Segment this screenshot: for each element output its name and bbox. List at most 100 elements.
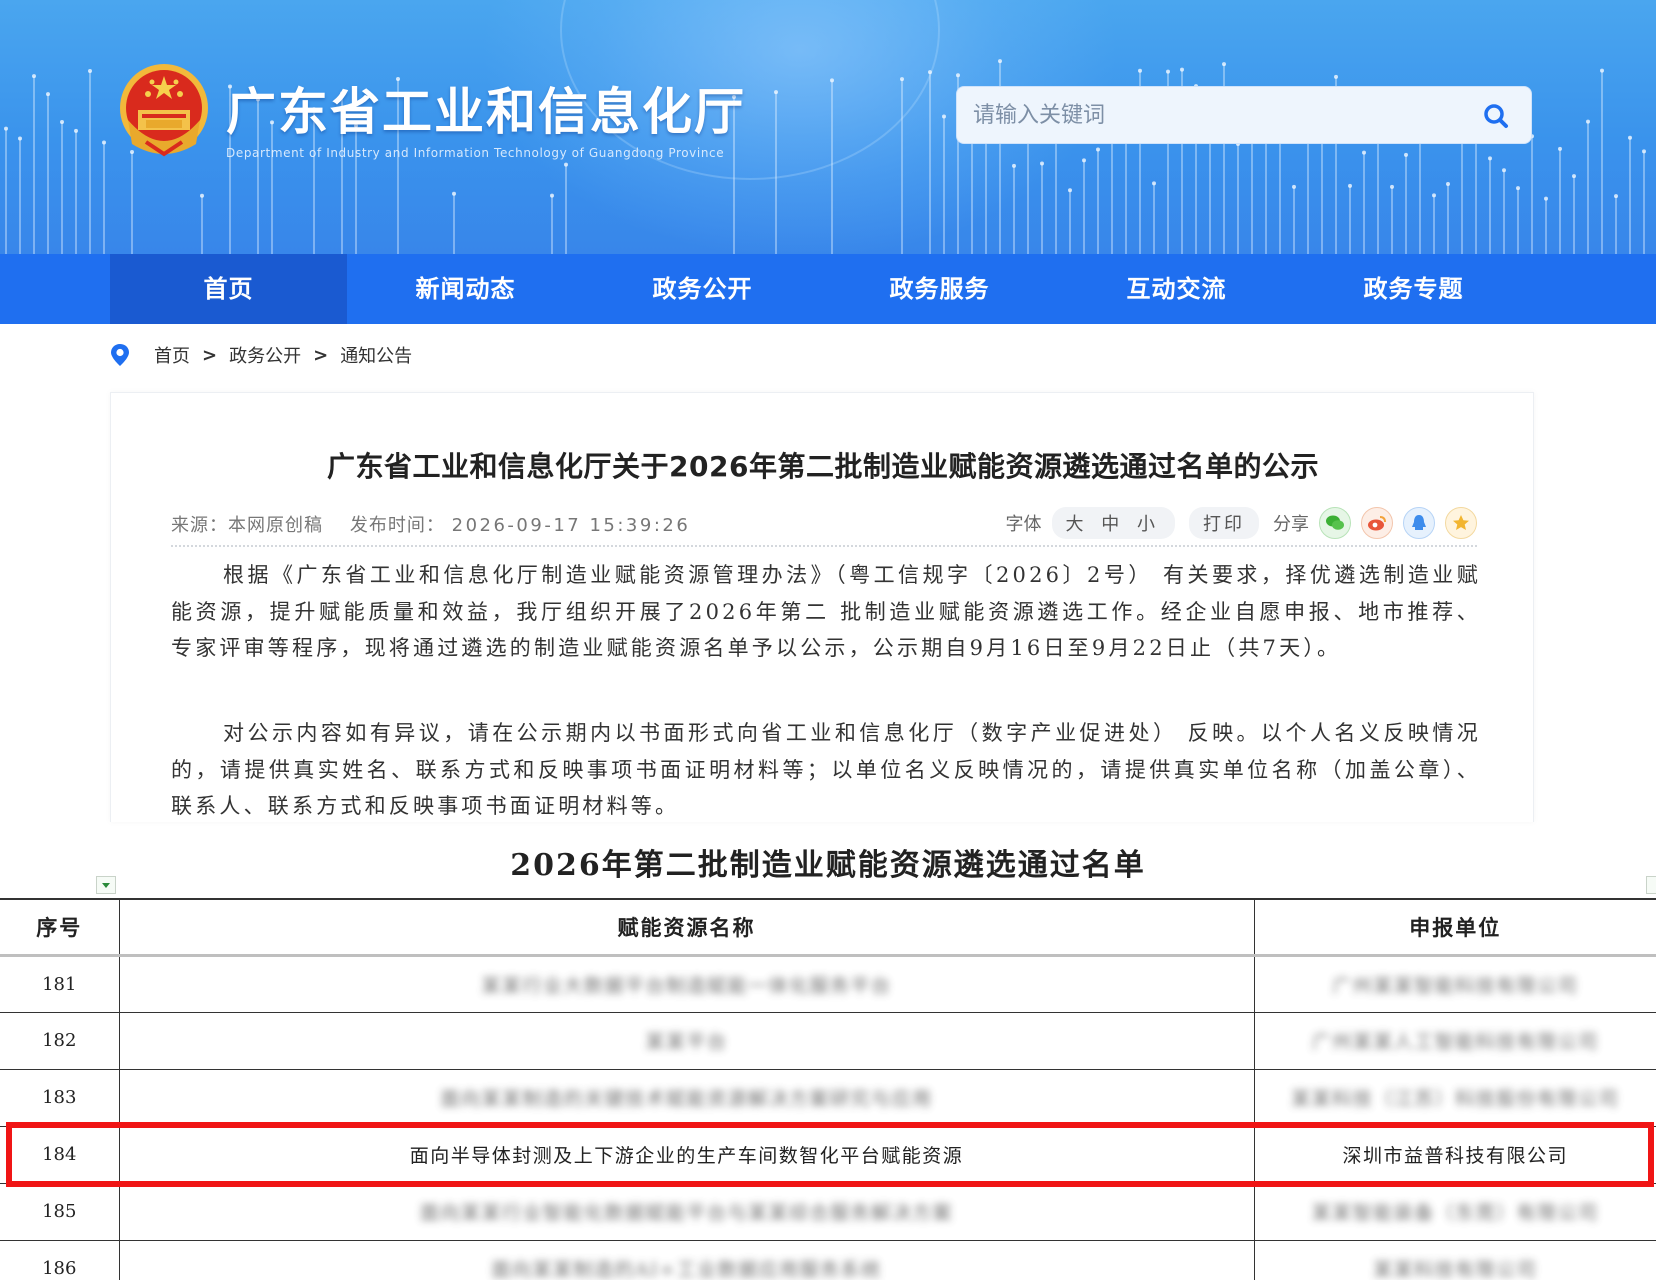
row-number: 186 xyxy=(0,1240,120,1280)
row-resource-name: 面向半导体封测及上下游企业的生产车间数智化平台赋能资源 xyxy=(118,1126,1255,1184)
row-applicant: 广州某某智能科技有限公司 xyxy=(1253,955,1656,1013)
national-emblem-icon xyxy=(120,64,208,157)
article-paragraph: 对公示内容如有异议，请在公示期内以书面形式向省工业和信息化厅（数字产业促进处） … xyxy=(171,721,1481,818)
header-dot xyxy=(1096,147,1100,152)
row-resource-name: 某某平台 xyxy=(118,1012,1255,1070)
row-resource-name: 某某行业大数据平台制造赋能一体化服务平台 xyxy=(118,955,1255,1013)
publish-time: 2026-09-17 15:39:26 xyxy=(451,515,691,536)
header-dot xyxy=(200,193,204,198)
header-dot xyxy=(1558,146,1562,151)
nav-item-topics[interactable]: 政务专题 xyxy=(1295,254,1532,324)
header-dot xyxy=(60,120,64,125)
row-resource-name: 面向某某行业智能化数据赋能平台与某某综合服务解决方案 xyxy=(118,1183,1255,1241)
nav-item-home[interactable]: 首页 xyxy=(110,254,347,324)
row-resource-name: 面向某某制造的关键技术赋能资源解决方案研究与应用 xyxy=(118,1069,1255,1127)
article-card: 广东省工业和信息化厅关于2026年第二批制造业赋能资源遴选通过名单的公示 来源：… xyxy=(110,392,1534,822)
header-dot xyxy=(1600,68,1604,73)
header-dot xyxy=(1488,156,1492,161)
header-dot xyxy=(928,70,932,75)
header-dot xyxy=(18,136,22,141)
site-title[interactable]: 广东省工业和信息化厅 xyxy=(226,72,746,144)
filter-dropdown-icon[interactable] xyxy=(96,876,116,894)
header-dot xyxy=(1180,67,1184,72)
header-dot xyxy=(32,74,36,79)
header-dot xyxy=(564,162,568,167)
row-number: 184 xyxy=(0,1126,120,1184)
applicant-text: 深圳市益普科技有限公司 xyxy=(1342,1145,1568,1167)
row-resource-name: 面向某某制造的AI+工业数据应用服务系统 xyxy=(118,1240,1255,1280)
column-header-applicant: 申报单位 xyxy=(1253,898,1656,957)
header-dot xyxy=(4,126,8,131)
row-applicant: 某某智能装备（东莞）有限公司 xyxy=(1253,1183,1656,1241)
article-source: 来源：本网原创稿 发布时间： 2026-09-17 15:39:26 xyxy=(171,511,690,537)
weibo-share-icon[interactable] xyxy=(1361,507,1393,539)
table-header-row: 序号 赋能资源名称 申报单位 xyxy=(0,898,1656,957)
table-row: 181 某某行业大数据平台制造赋能一体化服务平台 广州某某智能科技有限公司 xyxy=(0,955,1656,1013)
header-dot xyxy=(1614,194,1618,199)
font-size-switch[interactable]: 大 中 小 xyxy=(1051,507,1175,539)
breadcrumb-separator: > xyxy=(202,344,218,366)
header-dot xyxy=(1138,68,1142,73)
header-dot xyxy=(1292,184,1296,189)
breadcrumb-notices[interactable]: 通知公告 xyxy=(340,342,412,368)
row-number: 182 xyxy=(0,1012,120,1070)
header-dot xyxy=(1544,196,1548,201)
row-number: 181 xyxy=(0,955,120,1013)
nav-item-interaction[interactable]: 互动交流 xyxy=(1058,254,1295,324)
header-dot xyxy=(1012,163,1016,168)
row-applicant: 广州某某人工智能科技有限公司 xyxy=(1253,1012,1656,1070)
search-input[interactable] xyxy=(973,97,1453,133)
table-row: 186 面向某某制造的AI+工业数据应用服务系统 某某科技有限公司 xyxy=(0,1240,1656,1280)
header-dot xyxy=(102,140,106,145)
row-number: 183 xyxy=(0,1069,120,1127)
results-table: 序号 赋能资源名称 申报单位 181 某某行业大数据平台制造赋能一体化服务平台 … xyxy=(0,898,1656,1280)
print-button[interactable]: 打印 xyxy=(1189,507,1259,539)
blurred-text: 广州某某人工智能科技有限公司 xyxy=(1311,1031,1599,1053)
breadcrumb-home[interactable]: 首页 xyxy=(154,342,190,368)
header-dot xyxy=(1586,119,1590,124)
table-row: 185 面向某某行业智能化数据赋能平台与某某综合服务解决方案 某某智能装备（东莞… xyxy=(0,1183,1656,1241)
article-paragraph: 根据《广东省工业和信息化厅制造业赋能资源管理办法》（粤工信规字〔2026〕2号）… xyxy=(171,563,1481,660)
source-label: 来源：本网原创稿 xyxy=(171,515,323,536)
header-dot xyxy=(46,92,50,97)
row-number: 185 xyxy=(0,1183,120,1241)
search-icon[interactable] xyxy=(1483,103,1509,129)
header-dot xyxy=(1404,152,1408,157)
favorite-share-icon[interactable] xyxy=(1445,507,1477,539)
nav-item-public-affairs[interactable]: 政务公开 xyxy=(584,254,821,324)
header-dot xyxy=(1516,186,1520,191)
header-dot xyxy=(1446,182,1450,187)
table-row: 183 面向某某制造的关键技术赋能资源解决方案研究与应用 某某科技（江苏）科技股… xyxy=(0,1069,1656,1127)
nav-item-services[interactable]: 政务服务 xyxy=(821,254,1058,324)
blurred-text: 广州某某智能科技有限公司 xyxy=(1332,974,1579,997)
location-pin-icon xyxy=(111,344,129,366)
blurred-text: 某某科技有限公司 xyxy=(1373,1259,1538,1280)
breadcrumb-separator: > xyxy=(313,344,329,366)
article-tools: 字体 大 中 小 打印 分享 xyxy=(1006,507,1477,539)
search-box xyxy=(956,86,1532,144)
blurred-text: 某某平台 xyxy=(645,1031,728,1053)
header-dot xyxy=(1348,183,1352,188)
nav-item-news[interactable]: 新闻动态 xyxy=(347,254,584,324)
row-applicant: 某某科技有限公司 xyxy=(1253,1240,1656,1280)
filter-dropdown-icon[interactable] xyxy=(1646,876,1656,894)
blurred-text: 某某智能装备（东莞）有限公司 xyxy=(1311,1202,1599,1224)
blurred-text: 某某科技（江苏）科技股份有限公司 xyxy=(1291,1088,1620,1110)
header-dot xyxy=(1642,149,1646,154)
font-size-label: 字体 xyxy=(1005,514,1042,535)
table-row: 182 某某平台 广州某某人工智能科技有限公司 xyxy=(0,1012,1656,1070)
header-dot xyxy=(88,68,92,73)
breadcrumb-public-affairs[interactable]: 政务公开 xyxy=(229,342,301,368)
wechat-share-icon[interactable] xyxy=(1319,507,1351,539)
qq-share-icon[interactable] xyxy=(1403,507,1435,539)
article-meta: 来源：本网原创稿 发布时间： 2026-09-17 15:39:26 字体 大 … xyxy=(171,507,1477,541)
header-dot xyxy=(774,90,778,95)
header-dot xyxy=(942,114,946,119)
blurred-text: 面向某某行业智能化数据赋能平台与某某综合服务解决方案 xyxy=(419,1202,953,1224)
header-dot xyxy=(1390,184,1394,189)
site-subtitle: Department of Industry and Information T… xyxy=(226,146,725,160)
header-dot xyxy=(550,193,554,198)
header-dot xyxy=(1152,181,1156,186)
header-dot xyxy=(452,191,456,196)
header-dot xyxy=(830,78,834,83)
